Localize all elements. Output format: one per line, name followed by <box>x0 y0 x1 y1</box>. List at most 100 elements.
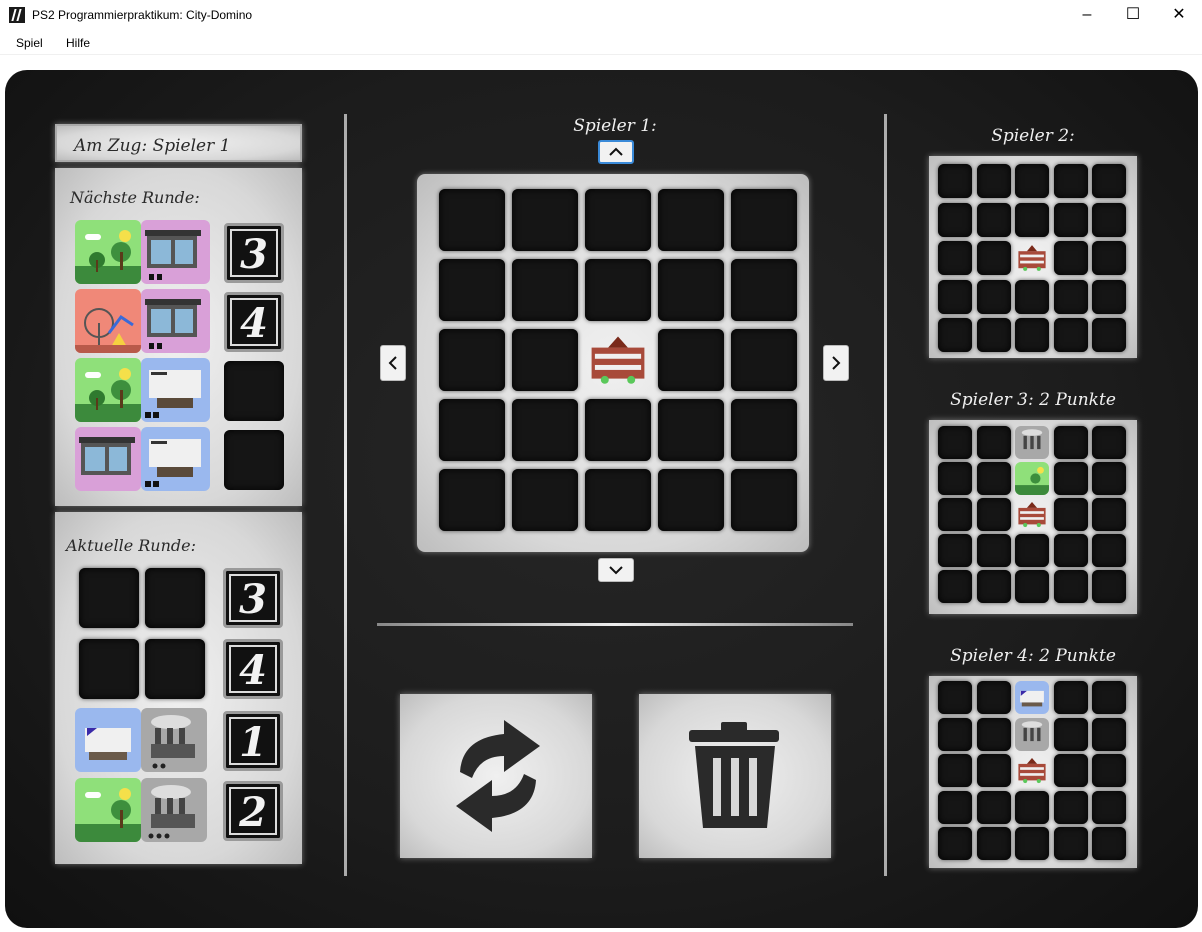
grid-cell[interactable] <box>731 469 797 531</box>
grid-cell[interactable] <box>1092 202 1126 237</box>
grid-cell[interactable] <box>658 399 724 461</box>
grid-cell[interactable] <box>976 681 1011 714</box>
grid-cell[interactable] <box>938 790 972 824</box>
grid-cell[interactable] <box>1015 202 1049 237</box>
tile-park[interactable] <box>75 220 141 284</box>
grid-cell[interactable] <box>731 259 797 321</box>
grid-cell[interactable] <box>938 426 972 459</box>
grid-cell[interactable] <box>1015 570 1049 603</box>
grid-cell[interactable] <box>1053 241 1088 275</box>
grid-cell[interactable] <box>938 279 972 314</box>
grid-cell[interactable] <box>938 827 972 860</box>
grid-cell[interactable] <box>938 202 972 237</box>
grid-cell[interactable] <box>1053 462 1088 495</box>
grid-cell[interactable] <box>1092 462 1126 495</box>
grid-cell[interactable] <box>731 399 797 461</box>
grid-cell[interactable] <box>976 426 1011 459</box>
grid-cell[interactable] <box>731 329 797 391</box>
grid-cell[interactable] <box>976 717 1011 751</box>
grid-cell[interactable] <box>731 189 797 251</box>
grid-cell[interactable] <box>585 259 651 321</box>
grid-cell[interactable] <box>1053 318 1088 352</box>
grid-cell[interactable] <box>976 827 1011 860</box>
grid-cell[interactable] <box>439 259 505 321</box>
grid-cell[interactable] <box>1092 681 1126 714</box>
grid-cell[interactable] <box>1092 241 1126 275</box>
grid-cell[interactable] <box>976 534 1011 567</box>
grid-cell[interactable] <box>976 498 1011 531</box>
grid-cell[interactable] <box>938 462 972 495</box>
grid-cell[interactable] <box>512 259 578 321</box>
grid-cell[interactable] <box>1015 318 1049 352</box>
grid-cell[interactable] <box>1092 827 1126 860</box>
grid-cell[interactable] <box>1015 279 1049 314</box>
scroll-left-button[interactable] <box>380 345 406 381</box>
grid-cell[interactable] <box>1053 754 1088 787</box>
grid-cell[interactable] <box>938 681 972 714</box>
grid-cell[interactable] <box>585 399 651 461</box>
grid-cell[interactable] <box>938 241 972 275</box>
grid-cell[interactable] <box>658 259 724 321</box>
grid-cell[interactable] <box>1053 681 1088 714</box>
tile-industry[interactable] <box>141 708 207 772</box>
grid-cell[interactable] <box>1092 426 1126 459</box>
menu-hilfe[interactable]: Hilfe <box>66 36 90 50</box>
grid-cell[interactable] <box>976 279 1011 314</box>
menu-spiel[interactable]: Spiel <box>16 36 43 50</box>
tile-office[interactable] <box>75 708 141 772</box>
grid-cell[interactable] <box>976 790 1011 824</box>
grid-cell[interactable] <box>1092 279 1126 314</box>
scroll-down-button[interactable] <box>598 558 634 582</box>
grid-cell[interactable] <box>976 202 1011 237</box>
grid-cell[interactable] <box>938 498 972 531</box>
grid-cell[interactable] <box>1092 790 1126 824</box>
grid-cell[interactable] <box>938 717 972 751</box>
grid-cell[interactable] <box>585 469 651 531</box>
tile-office[interactable] <box>141 358 210 422</box>
close-button[interactable]: ✕ <box>1156 0 1202 32</box>
grid-cell[interactable] <box>1092 754 1126 787</box>
grid-cell[interactable] <box>1053 534 1088 567</box>
grid-cell[interactable] <box>512 469 578 531</box>
grid-cell[interactable] <box>1015 827 1049 860</box>
grid-cell[interactable] <box>512 329 578 391</box>
tile-park[interactable] <box>75 358 141 422</box>
tile-amusement[interactable] <box>75 289 141 353</box>
grid-cell[interactable] <box>938 754 972 787</box>
grid-cell[interactable] <box>976 462 1011 495</box>
grid-cell[interactable] <box>1053 570 1088 603</box>
grid-cell[interactable] <box>976 318 1011 352</box>
grid-cell[interactable] <box>938 570 972 603</box>
minimize-button[interactable]: – <box>1064 0 1110 32</box>
grid-cell[interactable] <box>938 164 972 198</box>
grid-cell[interactable] <box>1092 498 1126 531</box>
grid-cell[interactable] <box>938 534 972 567</box>
grid-cell[interactable] <box>1053 827 1088 860</box>
tile-park[interactable] <box>75 778 141 842</box>
tile-office[interactable] <box>141 427 210 491</box>
grid-cell[interactable] <box>938 318 972 352</box>
grid-cell[interactable] <box>439 399 505 461</box>
rotate-button[interactable] <box>400 694 592 858</box>
grid-cell[interactable] <box>1092 534 1126 567</box>
trash-button[interactable] <box>639 694 831 858</box>
grid-cell[interactable] <box>976 241 1011 275</box>
grid-cell[interactable] <box>1053 279 1088 314</box>
grid-cell[interactable] <box>1015 534 1049 567</box>
grid-cell[interactable] <box>1053 790 1088 824</box>
grid-cell[interactable] <box>1053 202 1088 237</box>
grid-cell[interactable] <box>1053 717 1088 751</box>
grid-cell[interactable] <box>1015 164 1049 198</box>
grid-cell[interactable] <box>439 189 505 251</box>
grid-cell[interactable] <box>1092 164 1126 198</box>
maximize-button[interactable]: ☐ <box>1110 0 1156 32</box>
grid-cell[interactable] <box>1092 717 1126 751</box>
grid-cell[interactable] <box>1015 790 1049 824</box>
grid-cell[interactable] <box>1092 318 1126 352</box>
grid-cell[interactable] <box>1053 164 1088 198</box>
grid-cell[interactable] <box>512 189 578 251</box>
grid-cell[interactable] <box>658 469 724 531</box>
tile-shop[interactable] <box>141 220 210 284</box>
grid-cell[interactable] <box>1053 498 1088 531</box>
grid-cell[interactable] <box>976 570 1011 603</box>
